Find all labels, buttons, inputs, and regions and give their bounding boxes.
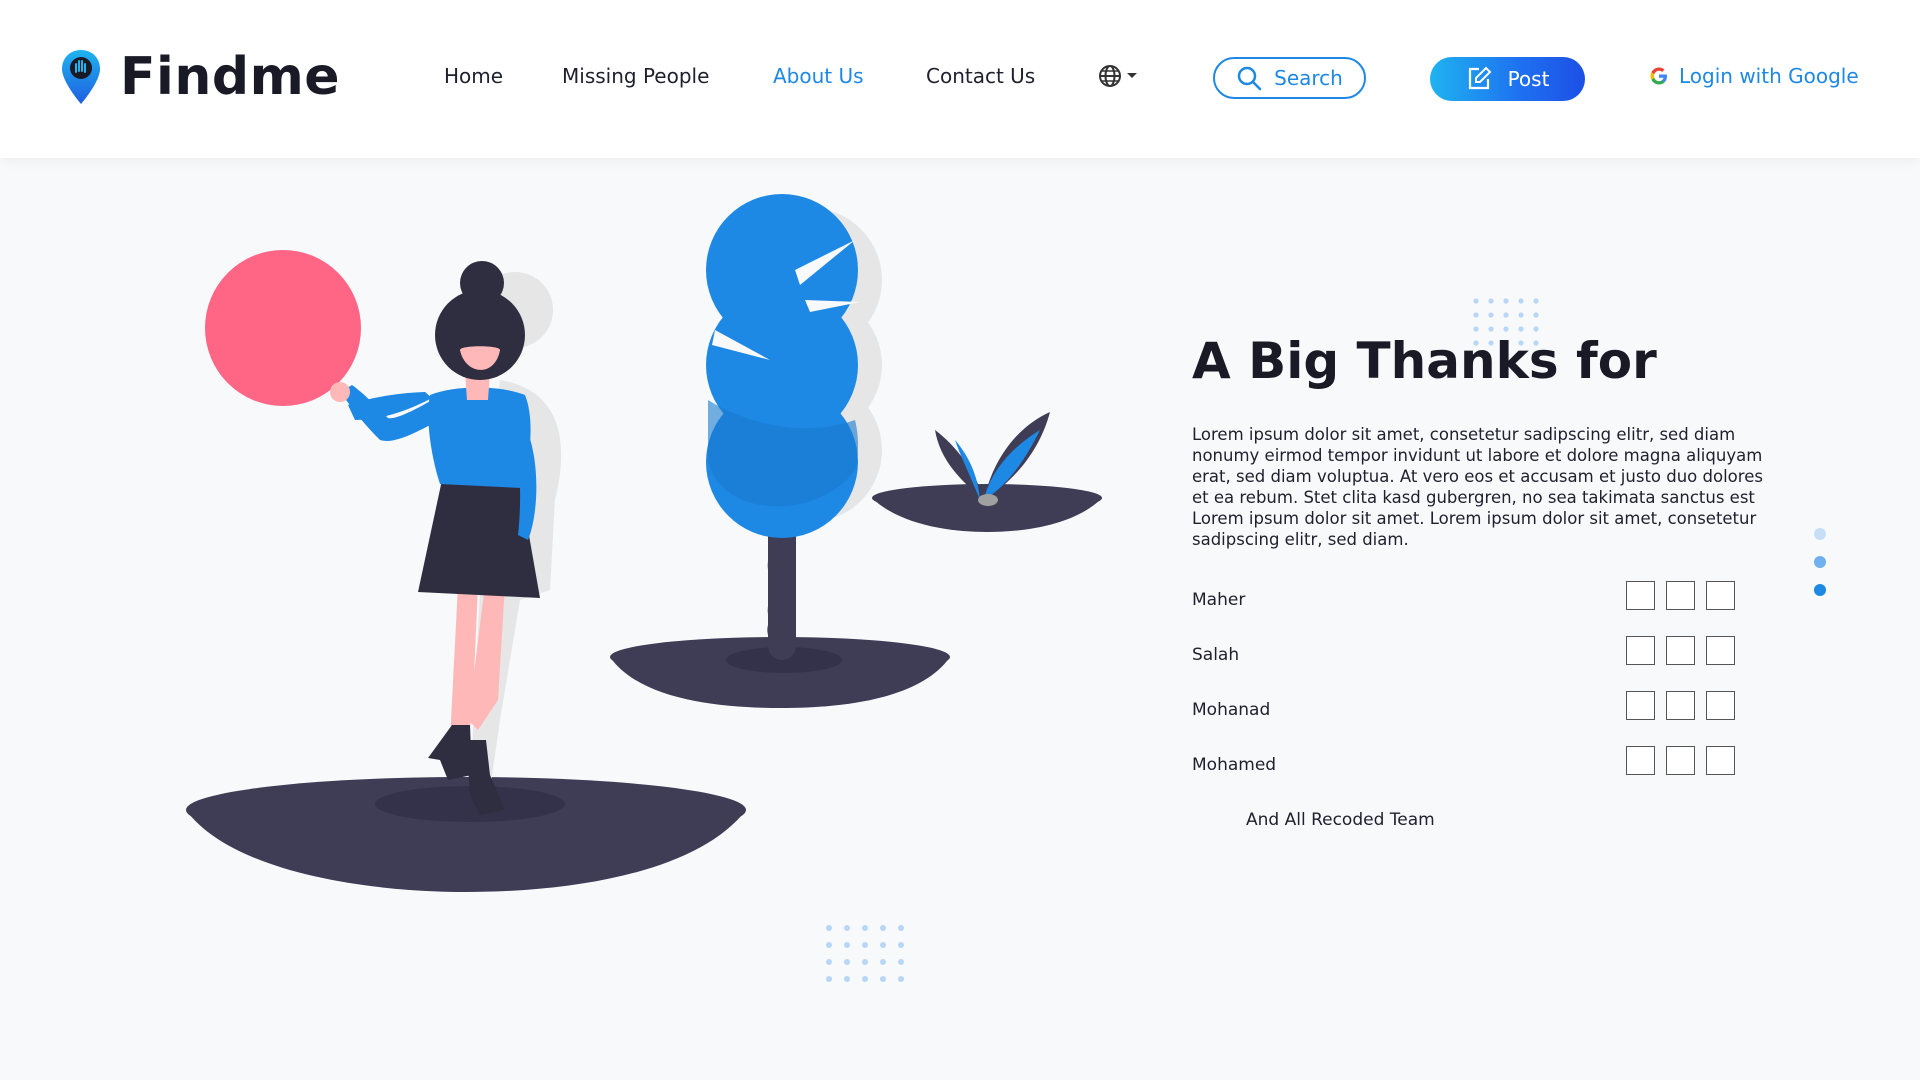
member-links — [1626, 581, 1735, 610]
slide-pager — [1814, 528, 1826, 596]
floating-island-large — [186, 777, 746, 892]
member-name: Mohanad — [1192, 700, 1271, 720]
nav-missing-people[interactable]: Missing People — [562, 64, 709, 88]
location-pin-icon — [62, 50, 100, 104]
member-link-box[interactable] — [1706, 636, 1735, 665]
page-heading: A Big Thanks for — [1192, 332, 1657, 390]
intro-paragraph: Lorem ipsum dolor sit amet, consetetur s… — [1192, 425, 1763, 549]
member-link-box[interactable] — [1666, 636, 1695, 665]
globe-icon — [1099, 65, 1121, 87]
language-selector[interactable] — [1098, 64, 1138, 88]
member-link-box[interactable] — [1706, 746, 1735, 775]
pager-dot[interactable] — [1814, 528, 1826, 540]
tree — [706, 194, 860, 660]
caret-down-icon — [1127, 73, 1137, 78]
member-links — [1626, 746, 1735, 775]
member-link-box[interactable] — [1706, 691, 1735, 720]
login-google-link[interactable]: Login with Google — [1649, 64, 1859, 88]
member-name: Salah — [1192, 645, 1240, 665]
post-button[interactable]: Post — [1430, 57, 1585, 101]
google-icon — [1650, 67, 1667, 85]
nav-about-us[interactable]: About Us — [773, 64, 864, 88]
hero-illustration — [186, 194, 1102, 982]
team-credit: And All Recoded Team — [1246, 810, 1435, 830]
search-icon — [1237, 66, 1262, 91]
post-button-label: Post — [1507, 67, 1550, 91]
member-name: Mohamed — [1192, 755, 1277, 775]
woman-figure — [330, 261, 540, 815]
login-label: Login with Google — [1679, 64, 1859, 88]
member-link-box[interactable] — [1626, 691, 1655, 720]
member-links — [1626, 636, 1735, 665]
edit-icon — [1468, 66, 1491, 90]
member-link-box[interactable] — [1706, 581, 1735, 610]
search-button[interactable]: Search — [1213, 57, 1366, 99]
pager-dot[interactable] — [1814, 556, 1826, 568]
brand-logo[interactable]: Findme — [60, 48, 340, 106]
member-link-box[interactable] — [1666, 746, 1695, 775]
nav-home[interactable]: Home — [444, 64, 503, 88]
member-name: Maher — [1192, 590, 1246, 610]
nav-contact-us[interactable]: Contact Us — [926, 64, 1035, 88]
member-link-box[interactable] — [1626, 581, 1655, 610]
member-link-box[interactable] — [1666, 691, 1695, 720]
pager-dot-active[interactable] — [1814, 584, 1826, 596]
member-links — [1626, 691, 1735, 720]
top-navbar: Findme Home Missing People About Us Cont… — [0, 0, 1920, 158]
dot-grid-decoration — [826, 925, 904, 982]
member-link-box[interactable] — [1666, 581, 1695, 610]
member-link-box[interactable] — [1626, 746, 1655, 775]
member-link-box[interactable] — [1626, 636, 1655, 665]
search-button-label: Search — [1274, 66, 1343, 90]
brand-name: Findme — [120, 47, 341, 107]
